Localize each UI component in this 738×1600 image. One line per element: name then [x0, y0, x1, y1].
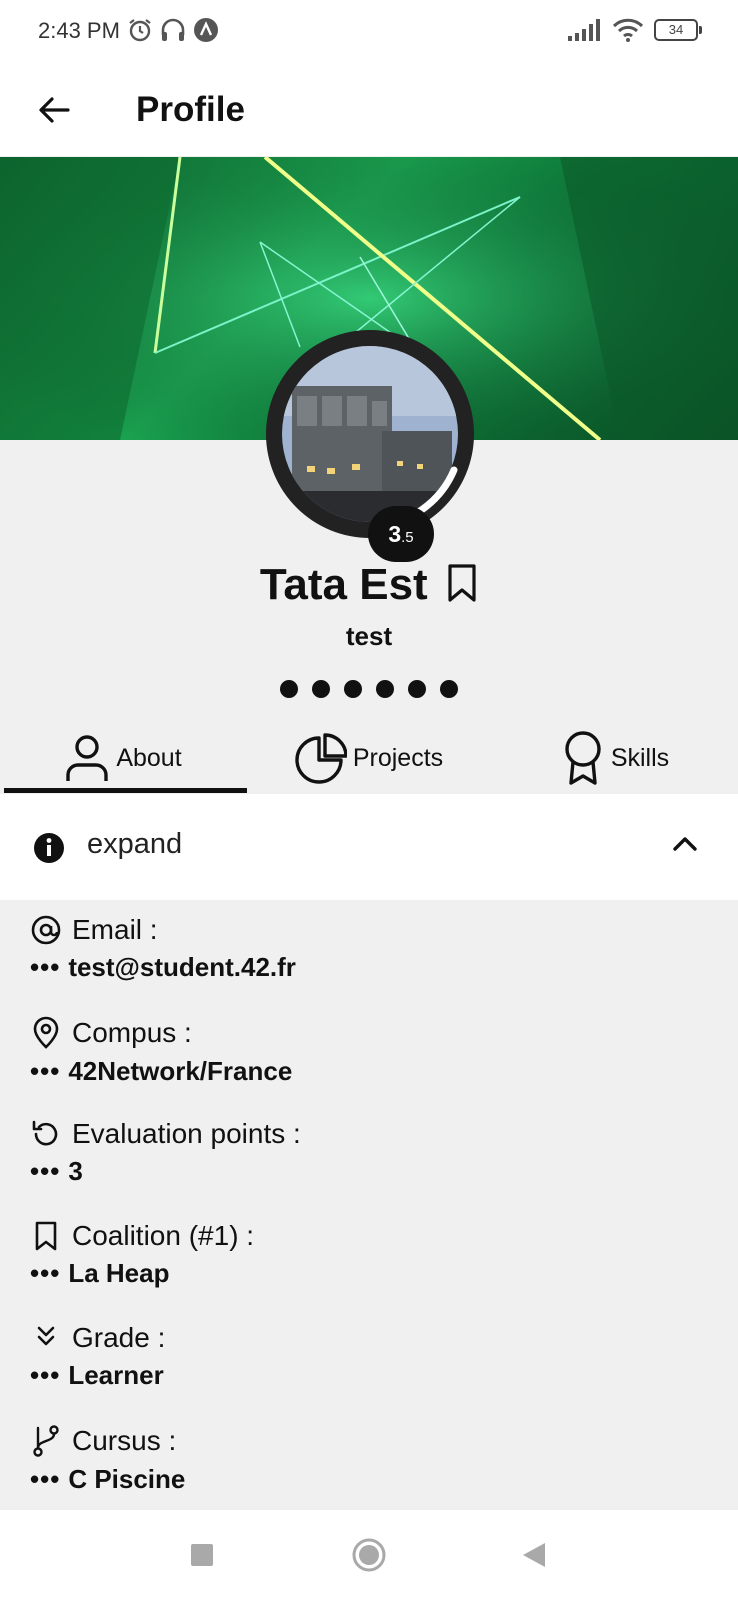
- pager-dots: [0, 680, 738, 698]
- history-icon: [32, 1120, 58, 1146]
- status-right-icons: 34: [568, 18, 702, 42]
- branch-icon: [33, 1425, 59, 1457]
- pie-chart-icon: [295, 733, 347, 784]
- ellipsis: •••: [30, 1056, 61, 1086]
- chevron-up-icon[interactable]: [672, 834, 698, 852]
- ellipsis: •••: [30, 952, 61, 982]
- detail-label: Compus :: [72, 1017, 192, 1048]
- pager-dot: [344, 680, 362, 698]
- user-name: Tata Est: [259, 560, 428, 609]
- back-nav-button[interactable]: [514, 1535, 554, 1575]
- page-title: Profile: [136, 90, 245, 129]
- detail-email: Email : ••• test@student.42.fr: [30, 914, 296, 983]
- location-pin-icon: [33, 1016, 59, 1049]
- ellipsis: •••: [30, 1258, 61, 1288]
- status-bar: 2:43 PM 34: [0, 0, 738, 66]
- double-chevron-down-icon: [37, 1326, 55, 1346]
- status-left-icons: [127, 17, 219, 43]
- tab-label: Skills: [610, 743, 670, 772]
- tab-label: About: [116, 743, 182, 772]
- detail-label: Cursus :: [72, 1425, 177, 1456]
- bookmark-button[interactable]: [446, 563, 478, 608]
- square-icon: [191, 1544, 213, 1566]
- ellipsis: •••: [30, 1360, 61, 1390]
- pager-dot: [408, 680, 426, 698]
- tab-skills[interactable]: Skills: [492, 722, 738, 794]
- tab-projects[interactable]: Projects: [246, 722, 492, 794]
- recents-button[interactable]: [182, 1535, 222, 1575]
- ellipsis: •••: [30, 1156, 61, 1186]
- detail-value: Learner: [68, 1360, 164, 1390]
- home-button[interactable]: [349, 1535, 389, 1575]
- expand-toggle[interactable]: expand: [0, 794, 738, 900]
- triangle-back-icon: [523, 1543, 545, 1567]
- bookmark-icon: [448, 563, 476, 602]
- detail-label: Grade :: [72, 1322, 166, 1353]
- detail-value: test@student.42.fr: [68, 952, 296, 982]
- award-icon: [565, 731, 601, 785]
- arrow-left-icon: [39, 97, 70, 123]
- level-badge: 3.5: [368, 506, 434, 562]
- back-button[interactable]: [30, 86, 78, 134]
- detail-label: Coalition (#1) :: [72, 1220, 255, 1251]
- detail-cursus: Cursus : ••• C Piscine: [30, 1424, 185, 1495]
- pager-dot: [376, 680, 394, 698]
- name-row: Tata Est: [0, 560, 738, 610]
- wifi-icon: [612, 18, 644, 42]
- info-icon: [34, 833, 64, 863]
- person-icon: [66, 735, 109, 781]
- detail-grade: Grade : ••• Learner: [30, 1322, 165, 1391]
- avatar-ring: [266, 330, 474, 538]
- detail-value: La Heap: [68, 1258, 170, 1288]
- detail-value: 3: [68, 1156, 83, 1186]
- detail-campus: Compus : ••• 42Network/France: [30, 1016, 292, 1087]
- battery-icon: 34: [654, 19, 702, 41]
- at-icon: [31, 915, 61, 945]
- app-bar: Profile: [0, 66, 738, 156]
- bookmark-icon: [35, 1221, 57, 1251]
- pager-dot: [312, 680, 330, 698]
- detail-evaluation-points: Evaluation points : ••• 3: [30, 1118, 301, 1187]
- detail-value: C Piscine: [68, 1464, 186, 1494]
- system-nav-bar: [0, 1510, 738, 1600]
- about-details: Email : ••• test@student.42.fr Compus : •…: [0, 900, 738, 1510]
- detail-label: Email :: [72, 914, 158, 945]
- signal-icon: [568, 19, 600, 41]
- level-value: 3: [388, 521, 402, 547]
- alarm-icon: [129, 19, 151, 42]
- tab-about[interactable]: About: [0, 722, 246, 794]
- user-login: test: [345, 621, 393, 651]
- headset-icon: [161, 18, 185, 41]
- circle-icon: [352, 1538, 386, 1572]
- pager-dot: [280, 680, 298, 698]
- detail-value: 42Network/France: [68, 1056, 293, 1086]
- detail-coalition: Coalition (#1) : ••• La Heap: [30, 1220, 254, 1289]
- tab-label: Projects: [352, 743, 444, 772]
- app-a-icon: [194, 18, 218, 42]
- level-decimal: .5: [401, 529, 414, 546]
- tab-bar: About Projects Skills: [0, 722, 738, 794]
- level-progress-arc: [372, 466, 458, 530]
- tab-active-indicator: [4, 788, 247, 793]
- pager-dot: [440, 680, 458, 698]
- expand-label: expand: [87, 828, 183, 860]
- ellipsis: •••: [30, 1464, 61, 1494]
- detail-label: Evaluation points :: [72, 1118, 301, 1149]
- status-time: 2:43 PM: [38, 18, 120, 43]
